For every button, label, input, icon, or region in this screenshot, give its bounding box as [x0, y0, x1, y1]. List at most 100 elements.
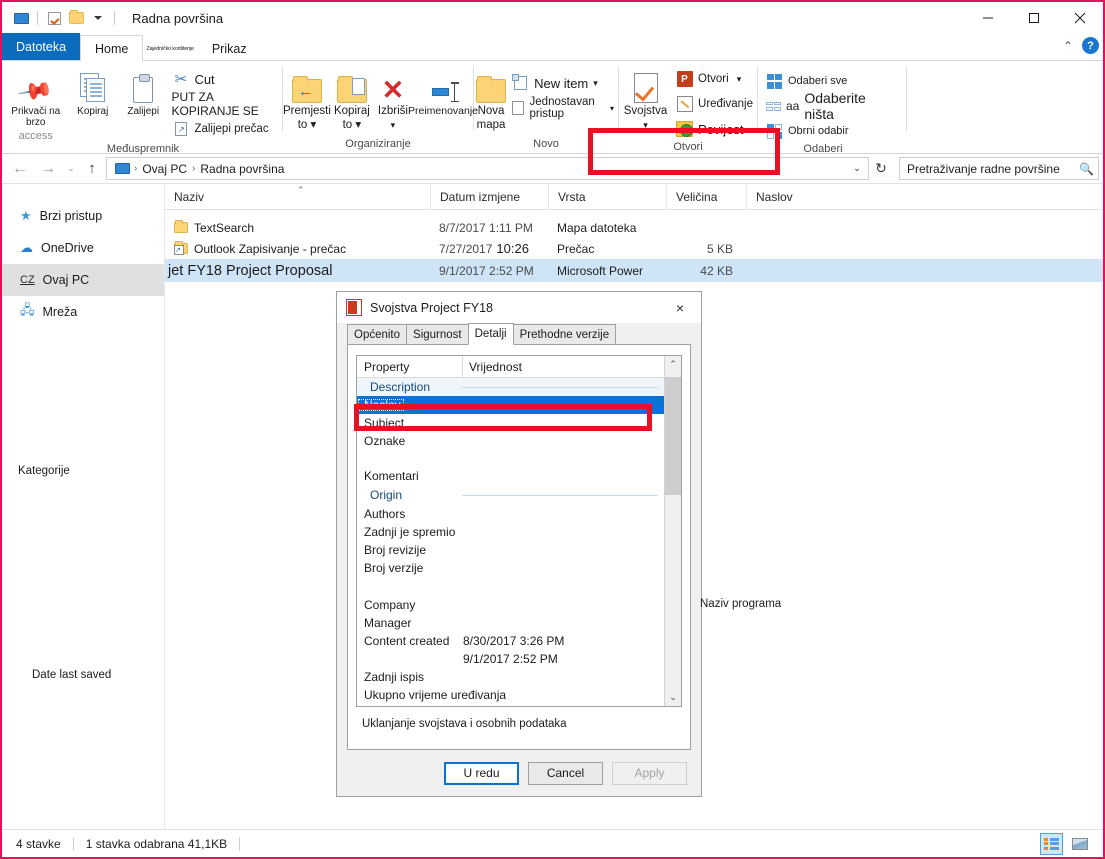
- file-name-cell[interactable]: TextSearch: [165, 217, 430, 238]
- edit-button[interactable]: Uređivanje: [672, 93, 757, 115]
- scrollbar-thumb[interactable]: [665, 377, 681, 495]
- search-input[interactable]: Pretraživanje radne površine: [907, 162, 1079, 176]
- tab-sigurnost[interactable]: Sigurnost: [406, 324, 469, 345]
- properties-check-icon[interactable]: [43, 7, 65, 29]
- properties-caret-icon[interactable]: ▾: [643, 120, 648, 131]
- tab-detalji[interactable]: Detalji: [467, 323, 514, 345]
- delete-caret-icon[interactable]: ▾: [391, 120, 396, 131]
- sidebar-item-onedrive[interactable]: ☁ OneDrive: [2, 232, 164, 264]
- apply-button[interactable]: Apply: [612, 761, 687, 785]
- up-button[interactable]: ↑: [80, 156, 104, 182]
- property-row-subject[interactable]: Subject: [357, 414, 664, 432]
- cut-button[interactable]: ✂ Cut: [168, 68, 282, 90]
- open-button[interactable]: P Otvori ▾: [672, 68, 757, 90]
- address-breadcrumb-box[interactable]: › Ovaj PC › Radna površina ⌄: [106, 157, 869, 180]
- property-row-company[interactable]: Company: [357, 596, 664, 614]
- property-row-broj-revizije[interactable]: Broj revizije: [357, 541, 664, 559]
- recent-locations-button[interactable]: ⌄: [62, 156, 80, 182]
- tab-zajednicko-koristenje[interactable]: Zajedničko korištenje: [143, 35, 196, 61]
- easy-access-caret-icon[interactable]: ▾: [610, 104, 614, 113]
- property-row-content-created[interactable]: Content created 8/30/2017 3:26 PM: [357, 632, 664, 650]
- back-button[interactable]: ←: [6, 156, 34, 182]
- column-header-vrsta[interactable]: Vrsta: [548, 183, 666, 210]
- tab-prikaz[interactable]: Prikaz: [197, 35, 262, 61]
- property-row-naslov[interactable]: Naslov: [357, 396, 664, 414]
- table-row[interactable]: ↗ Outlook Zapisivanje - prečac 7/27/2017…: [165, 238, 1103, 259]
- property-row-manager[interactable]: Manager: [357, 614, 664, 632]
- move-to-button[interactable]: ← Premjesti to ▾: [283, 66, 331, 131]
- sidebar-item-mreza[interactable]: 🖧 Mreža: [2, 296, 164, 328]
- minimize-button[interactable]: [965, 2, 1011, 33]
- property-row-komentari[interactable]: Komentari: [357, 467, 664, 485]
- table-row[interactable]: TextSearch 8/7/2017 1:11 PM Mapa datotek…: [165, 217, 1103, 238]
- thumbnail-view-button[interactable]: [1068, 833, 1091, 855]
- delete-button[interactable]: ✕ Izbriši ▾: [373, 66, 413, 131]
- sidebar-item-ovaj-pc[interactable]: CZ Ovaj PC: [2, 264, 164, 296]
- easy-access-button[interactable]: Jednostavan pristup ▾: [508, 96, 618, 120]
- copy-path-button[interactable]: PUT ZA KOPIRANJE SE: [168, 90, 282, 118]
- copy-button[interactable]: Kopiraj: [68, 66, 118, 117]
- file-list-header[interactable]: Naziv Datum izmjene Vrsta Veličina Naslo…: [165, 183, 1103, 210]
- ribbon-tab-bar[interactable]: Datoteka Home Zajedničko korištenje Prik…: [2, 33, 1103, 61]
- breadcrumb-pc-icon[interactable]: [111, 158, 133, 180]
- window-controls[interactable]: [965, 2, 1103, 33]
- property-row-oznake[interactable]: Oznake: [357, 432, 664, 450]
- tab-datoteka[interactable]: Datoteka: [2, 33, 81, 60]
- address-dropdown-icon[interactable]: ⌄: [848, 163, 866, 174]
- select-all-button[interactable]: Odaberi sve: [762, 70, 888, 92]
- copy-to-button[interactable]: Kopiraj to ▾: [331, 66, 373, 131]
- forward-button[interactable]: →: [34, 156, 62, 182]
- property-value[interactable]: 9/1/2017 2:52 PM: [457, 652, 664, 666]
- cancel-button[interactable]: Cancel: [528, 761, 603, 785]
- invert-selection-button[interactable]: Obrni odabir: [762, 120, 888, 142]
- ok-button[interactable]: U redu: [444, 761, 519, 785]
- select-none-button[interactable]: aa Odaberite ništa: [762, 90, 888, 122]
- tab-home[interactable]: Home: [80, 35, 144, 61]
- column-header-velicina[interactable]: Veličina: [666, 183, 746, 210]
- property-row-zadnji-ispis[interactable]: Zadnji ispis: [357, 668, 664, 686]
- pin-to-quick-access-button[interactable]: 📌 Prikvači na brzo access: [4, 66, 68, 142]
- close-button[interactable]: [1057, 2, 1103, 33]
- paste-shortcut-button[interactable]: ↗ Zalijepi prečac: [168, 118, 282, 140]
- maximize-button[interactable]: [1011, 2, 1057, 33]
- details-view-button[interactable]: [1040, 832, 1063, 855]
- quick-access-toolbar[interactable]: [2, 7, 120, 29]
- paste-button[interactable]: Zalijepi: [118, 66, 168, 117]
- property-row-zadnji-je-spremio[interactable]: Zadnji je spremio: [357, 523, 664, 541]
- new-item-caret-icon[interactable]: ▾: [593, 78, 598, 89]
- breadcrumb-radna-povrsina[interactable]: Radna površina: [196, 158, 288, 179]
- sidebar-item-brzi-pristup[interactable]: ★ Brzi pristup: [2, 200, 164, 232]
- qat-dropdown-caret-icon[interactable]: [87, 7, 109, 29]
- property-row-date-last-saved[interactable]: 9/1/2017 2:52 PM: [357, 650, 664, 668]
- new-folder-button[interactable]: Nova mapa: [474, 66, 508, 131]
- search-box[interactable]: Pretraživanje radne površine 🔍: [899, 157, 1099, 180]
- dialog-tab-bar[interactable]: Općenito Sigurnost Detalji Prethodne ver…: [337, 323, 701, 345]
- collapse-ribbon-icon[interactable]: ⌃: [1063, 39, 1073, 53]
- property-row-authors[interactable]: Authors: [357, 505, 664, 523]
- file-name-cell[interactable]: ↗ Outlook Zapisivanje - prečac: [165, 238, 430, 259]
- property-row-broj-verzije[interactable]: Broj verzije: [357, 559, 664, 577]
- new-folder-icon[interactable]: [65, 7, 87, 29]
- new-item-button[interactable]: New item ▾: [508, 72, 618, 94]
- file-name-cell[interactable]: jet FY18 Project Proposal: [165, 259, 430, 282]
- scroll-down-icon[interactable]: ⌄: [665, 689, 681, 706]
- remove-properties-link[interactable]: Uklanjanje svojstava i osobnih podataka: [356, 707, 682, 741]
- scroll-up-icon[interactable]: ⌃: [665, 356, 681, 373]
- tab-opcenito[interactable]: Općenito: [347, 324, 408, 345]
- properties-scrollbar[interactable]: ⌃ ⌄: [664, 356, 681, 706]
- scrollbar-track[interactable]: [665, 373, 681, 689]
- history-button[interactable]: Povijest: [672, 118, 757, 140]
- properties-list[interactable]: Property Vrijednost Description Naslov S…: [356, 355, 682, 707]
- open-caret-icon[interactable]: ▾: [737, 74, 742, 85]
- help-icon[interactable]: ?: [1082, 37, 1099, 54]
- tab-prethodne-verzije[interactable]: Prethodne verzije: [512, 324, 617, 345]
- rename-button[interactable]: Preimenovanje: [408, 66, 478, 117]
- breadcrumb-ovaj-pc[interactable]: Ovaj PC: [138, 158, 191, 179]
- refresh-button[interactable]: ↻: [869, 160, 893, 177]
- property-value[interactable]: 8/30/2017 3:26 PM: [457, 634, 664, 648]
- column-header-naslov[interactable]: Naslov: [746, 183, 924, 210]
- properties-button[interactable]: Svojstva ▾: [619, 66, 672, 131]
- monitor-icon[interactable]: [10, 7, 32, 29]
- column-header-datum[interactable]: Datum izmjene: [430, 183, 548, 210]
- dialog-close-button[interactable]: ×: [659, 292, 701, 323]
